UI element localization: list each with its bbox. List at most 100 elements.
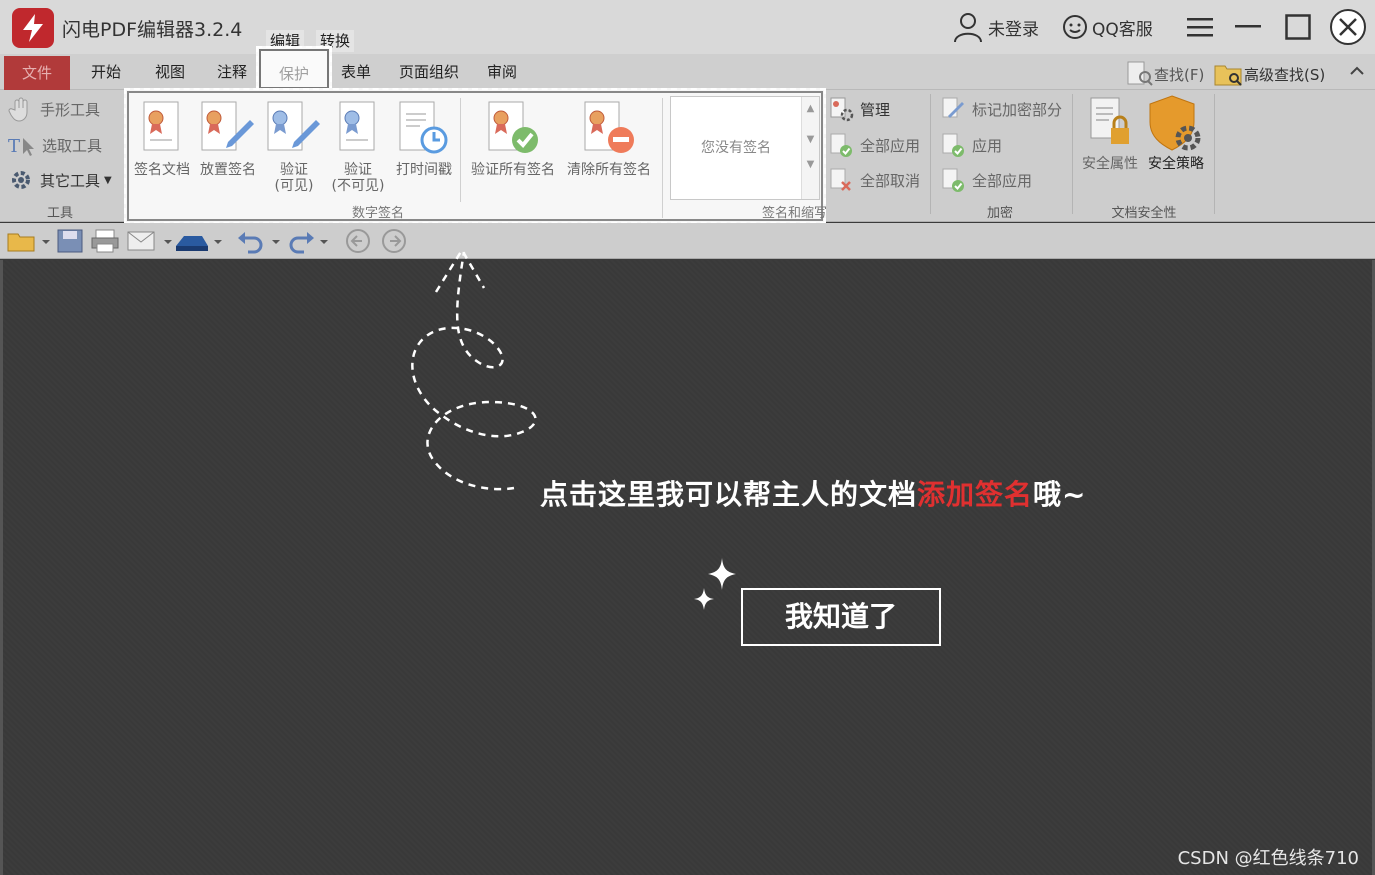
signature-list[interactable]: 您没有签名 ▲ ▼ ▼ [670,96,820,200]
mark-encrypt-button[interactable]: 标记加密部分 [940,94,1062,124]
user-icon [954,13,982,43]
place-sig-icon [201,101,254,151]
cancel-all-label: 全部取消 [860,171,921,190]
tab-page-organize[interactable]: 页面组织 [394,60,464,88]
ribbon-tab-row: 文件 开始 视图 注释 表单 页面组织 审阅 查找(F) 高级查找(S) [0,54,1375,90]
lock-doc-icon [1090,97,1129,144]
tab-file[interactable]: 文件 [4,56,70,90]
verify-all-icon [488,101,538,153]
tab-start[interactable]: 开始 [84,60,128,88]
other-tools[interactable]: 其它工具 ▼ [8,165,112,195]
verify-all-button[interactable]: 验证所有签名 [466,98,560,178]
menu-button[interactable] [1180,8,1220,46]
tip-text-after: 哦~ [1033,478,1087,511]
got-it-button[interactable]: 我知道了 [741,588,941,646]
encrypt-group-label: 加密 [986,206,1013,221]
save-icon[interactable] [56,228,84,254]
divider [662,98,663,218]
hand-tool[interactable]: 手形工具 [8,94,100,124]
find-label: 查找(F) [1154,65,1205,84]
hand-icon [8,97,28,122]
find-button[interactable]: 查找(F) [1126,61,1205,86]
manage-icon [830,97,854,122]
manage-label: 管理 [860,100,891,119]
apply-all-sig-label: 全部应用 [860,136,921,155]
mark-encrypt-label: 标记加密部分 [972,100,1063,119]
apply-encrypt-label: 应用 [972,136,1003,155]
sign-initials-group-label: 签名和缩写 [762,206,828,221]
text-select-icon: T [8,136,34,157]
tab-review[interactable]: 审阅 [480,60,524,88]
tip-text-highlight: 添加签名 [917,478,1034,511]
manage-button[interactable]: 管理 [828,94,890,124]
tab-annotate[interactable]: 注释 [210,60,254,88]
verify-visible-button[interactable]: 验证 (可见) [262,98,326,194]
support-button[interactable]: QQ客服 [1062,12,1153,42]
login-label: 未登录 [988,19,1039,40]
minimize-button[interactable] [1228,8,1268,46]
digital-signature-panel: 签名文档 放置签名 验证 (可见) 验证 (不可见) 打时间戳 验证所有签名 清… [124,88,828,224]
apply-all-encrypt-label: 全部应用 [972,171,1033,190]
tab-view[interactable]: 视图 [148,60,192,88]
guide-overlay [0,260,1375,875]
verify-visible-label-1: 验证 [280,162,308,178]
login-button[interactable]: 未登录 [952,12,1039,43]
close-button[interactable] [1328,8,1368,46]
back-icon[interactable] [344,228,372,254]
apply-all-doc-icon [942,168,964,192]
print-icon[interactable] [90,228,120,254]
mark-doc-icon [942,97,964,118]
app-logo [12,8,54,48]
timestamp-button[interactable]: 打时间戳 [392,98,456,178]
sparkle-icon [694,558,736,610]
undo-icon[interactable] [236,228,282,254]
open-folder-icon[interactable] [6,228,50,254]
select-tool[interactable]: T 选取工具 [8,130,102,160]
email-icon[interactable] [126,228,174,254]
security-properties-button[interactable]: 安全属性 [1078,94,1142,172]
collapse-ribbon-icon[interactable] [1350,66,1364,76]
smile-icon [1063,15,1087,39]
apply-all-sig-button[interactable]: 全部应用 [828,130,920,160]
title-bar: 闪电PDF编辑器3.2.4 编辑 转换 未登录 QQ客服 [0,0,1375,54]
scroll-up-icon[interactable]: ▲ [802,103,819,114]
gear-icon [12,171,30,189]
sign-document-button[interactable]: 签名文档 [130,98,194,178]
clock-doc-icon [399,101,448,154]
verify-invisible-button[interactable]: 验证 (不可见) [326,98,390,194]
divider [1214,94,1215,214]
hamburger-icon [1187,18,1213,37]
hand-tool-label: 手形工具 [40,100,101,119]
watermark: CSDN @红色线条710 [1177,848,1359,869]
tip-message: 点击这里我可以帮主人的文档添加签名哦~ [540,473,1087,513]
tab-protect[interactable]: 保护 [256,46,332,92]
security-properties-label: 安全属性 [1082,156,1138,172]
dropdown-arrow-icon: ▼ [104,174,112,186]
security-policy-button[interactable]: 安全策略 [1144,94,1208,172]
advanced-find-label: 高级查找(S) [1244,65,1326,84]
verify-visible-label-2: (可见) [274,178,314,194]
tools-group-label: 工具 [46,206,73,221]
place-signature-label: 放置签名 [200,162,256,178]
advanced-find-button[interactable]: 高级查找(S) [1214,62,1325,86]
clear-all-button[interactable]: 清除所有签名 [562,98,656,178]
scanner-icon[interactable] [174,228,224,254]
signature-list-scrollbar[interactable]: ▲ ▼ ▼ [801,97,819,199]
scroll-down-icon[interactable]: ▼ [802,134,819,145]
verify-invisible-icon [339,101,375,151]
apply-all-encrypt-button[interactable]: 全部应用 [940,165,1032,195]
maximize-button[interactable] [1278,8,1318,46]
tab-form[interactable]: 表单 [334,60,378,88]
maximize-icon [1285,14,1311,40]
tip-text-before: 点击这里我可以帮主人的文档 [540,478,918,511]
place-signature-button[interactable]: 放置签名 [196,98,260,178]
scroll-more-icon[interactable]: ▼ [802,159,819,170]
clear-all-icon [584,101,634,153]
select-tool-label: 选取工具 [42,136,103,155]
minimize-icon [1235,25,1261,28]
apply-encrypt-button[interactable]: 应用 [940,130,1002,160]
redo-icon[interactable] [284,228,330,254]
other-tools-label: 其它工具 [40,171,101,190]
verify-visible-icon [267,101,320,151]
cancel-all-button[interactable]: 全部取消 [828,165,920,195]
